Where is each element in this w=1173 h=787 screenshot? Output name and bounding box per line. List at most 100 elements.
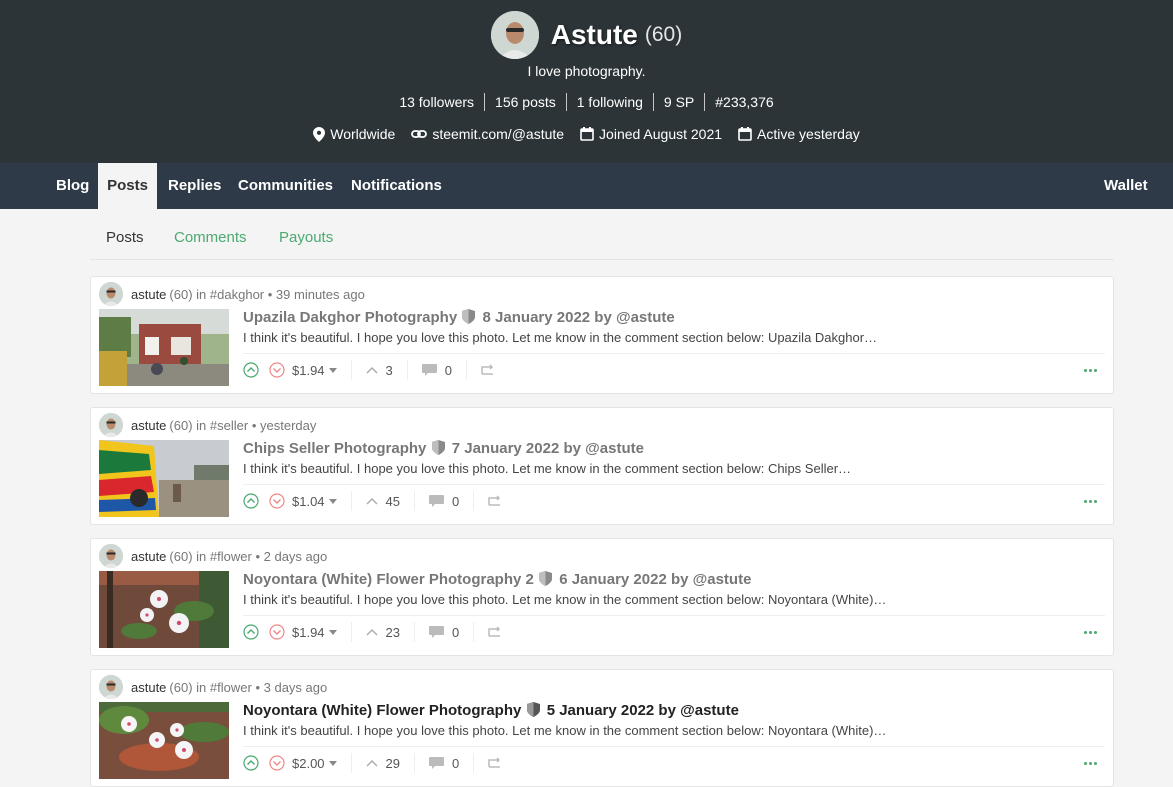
comment-count[interactable]: 0 xyxy=(429,625,459,640)
steem-power: 9 SP xyxy=(652,93,704,111)
vote-count[interactable]: 45 xyxy=(366,494,400,509)
divider xyxy=(414,753,416,773)
shield-icon xyxy=(526,702,540,717)
reblog-button[interactable] xyxy=(488,625,502,640)
payout-value[interactable]: $2.00 xyxy=(292,756,337,771)
community-tag[interactable]: #flower xyxy=(210,680,252,695)
divider xyxy=(350,622,352,642)
author-name[interactable]: astute xyxy=(131,680,166,695)
post-thumbnail[interactable] xyxy=(99,309,229,386)
downvote-button[interactable] xyxy=(269,362,285,378)
downvote-icon xyxy=(269,624,285,640)
community-tag[interactable]: #flower xyxy=(210,549,252,564)
subtab-posts[interactable]: Posts xyxy=(106,229,144,246)
post-time[interactable]: 3 days ago xyxy=(264,680,328,695)
post-excerpt[interactable]: I think it's beautiful. I hope you love … xyxy=(243,330,877,345)
post-title-date[interactable]: 8 January 2022 by @astute xyxy=(483,309,675,326)
tab-replies[interactable]: Replies xyxy=(168,163,221,209)
post-thumbnail[interactable] xyxy=(99,702,229,779)
profile-avatar[interactable] xyxy=(490,11,539,59)
tab-wallet[interactable]: Wallet xyxy=(1104,163,1148,209)
chevron-down-icon xyxy=(328,629,337,635)
vote-count[interactable]: 29 xyxy=(366,756,400,771)
downvote-button[interactable] xyxy=(269,493,285,509)
chevron-up-icon xyxy=(366,760,378,767)
divider xyxy=(350,753,352,773)
payout-value[interactable]: $1.04 xyxy=(292,494,337,509)
following-count[interactable]: 1 following xyxy=(565,93,653,111)
comment-count[interactable]: 0 xyxy=(429,494,459,509)
downvote-button[interactable] xyxy=(269,755,285,771)
tab-posts[interactable]: Posts xyxy=(98,163,157,209)
post-title[interactable]: Noyontara (White) Flower Photography 2 6… xyxy=(243,571,751,588)
post-card: astute (60) in #flower • 3 days ago Noyo… xyxy=(90,669,1114,787)
post-thumbnail[interactable] xyxy=(99,440,229,517)
upvote-button[interactable] xyxy=(243,362,259,378)
community-tag[interactable]: #seller xyxy=(210,418,248,433)
post-title[interactable]: Chips Seller Photography 7 January 2022 … xyxy=(243,440,644,457)
post-title-main[interactable]: Noyontara (White) Flower Photography 2 xyxy=(243,571,534,588)
post-title-date[interactable]: 7 January 2022 by @astute xyxy=(452,440,644,457)
website-link[interactable]: steemit.com/@astute xyxy=(432,126,564,142)
payout-value[interactable]: $1.94 xyxy=(292,625,337,640)
tab-blog[interactable]: Blog xyxy=(56,163,89,209)
rank: #233,376 xyxy=(704,93,783,111)
comment-count[interactable]: 0 xyxy=(429,756,459,771)
active: Active yesterday xyxy=(738,126,860,142)
website[interactable]: steemit.com/@astute xyxy=(411,126,564,142)
post-title[interactable]: Noyontara (White) Flower Photography 5 J… xyxy=(243,702,739,719)
avatar[interactable] xyxy=(99,413,123,437)
divider xyxy=(466,360,468,380)
comment-icon xyxy=(429,625,445,638)
reblog-button[interactable] xyxy=(488,756,502,771)
post-title-date[interactable]: 5 January 2022 by @astute xyxy=(547,702,739,719)
comment-count[interactable]: 0 xyxy=(421,363,452,378)
reblog-button[interactable] xyxy=(488,494,502,509)
vote-count[interactable]: 23 xyxy=(366,625,400,640)
post-time[interactable]: yesterday xyxy=(260,418,316,433)
divider xyxy=(473,753,475,773)
shield-icon xyxy=(431,440,445,455)
post-time[interactable]: 39 minutes ago xyxy=(276,287,365,302)
in-label: in xyxy=(196,286,207,302)
chevron-down-icon xyxy=(328,498,337,504)
more-icon[interactable] xyxy=(1082,761,1097,765)
post-title[interactable]: Upazila Dakghor Photography 8 January 20… xyxy=(243,309,675,326)
vote-count[interactable]: 3 xyxy=(366,363,393,378)
avatar[interactable] xyxy=(99,544,123,568)
post-footer: $1.94 23 0 xyxy=(243,615,1105,648)
tab-notifications[interactable]: Notifications xyxy=(351,163,442,209)
post-title-main[interactable]: Chips Seller Photography xyxy=(243,440,426,457)
post-header: astute (60) in #flower • 2 days ago xyxy=(99,544,327,568)
post-excerpt[interactable]: I think it's beautiful. I hope you love … xyxy=(243,461,851,476)
downvote-button[interactable] xyxy=(269,624,285,640)
downvote-icon xyxy=(269,493,285,509)
more-icon[interactable] xyxy=(1082,368,1097,372)
more-icon[interactable] xyxy=(1082,630,1097,634)
author-name[interactable]: astute xyxy=(131,418,166,433)
divider xyxy=(414,491,416,511)
location-text: Worldwide xyxy=(330,126,396,142)
post-excerpt[interactable]: I think it's beautiful. I hope you love … xyxy=(243,723,886,738)
followers-count[interactable]: 13 followers xyxy=(389,93,484,111)
post-time[interactable]: 2 days ago xyxy=(264,549,328,564)
upvote-button[interactable] xyxy=(243,493,259,509)
tab-communities[interactable]: Communities xyxy=(238,163,333,209)
more-icon[interactable] xyxy=(1082,499,1097,503)
subtab-payouts[interactable]: Payouts xyxy=(279,229,333,246)
subtab-comments[interactable]: Comments xyxy=(174,229,247,246)
avatar[interactable] xyxy=(99,675,123,699)
community-tag[interactable]: #dakghor xyxy=(210,287,264,302)
upvote-button[interactable] xyxy=(243,624,259,640)
post-thumbnail[interactable] xyxy=(99,571,229,648)
post-title-main[interactable]: Noyontara (White) Flower Photography xyxy=(243,702,521,719)
post-title-main[interactable]: Upazila Dakghor Photography xyxy=(243,309,457,326)
reblog-button[interactable] xyxy=(481,363,495,378)
payout-value[interactable]: $1.94 xyxy=(292,363,337,378)
author-name[interactable]: astute xyxy=(131,549,166,564)
post-title-date[interactable]: 6 January 2022 by @astute xyxy=(559,571,751,588)
avatar[interactable] xyxy=(99,282,123,306)
author-name[interactable]: astute xyxy=(131,287,166,302)
upvote-button[interactable] xyxy=(243,755,259,771)
post-excerpt[interactable]: I think it's beautiful. I hope you love … xyxy=(243,592,886,607)
